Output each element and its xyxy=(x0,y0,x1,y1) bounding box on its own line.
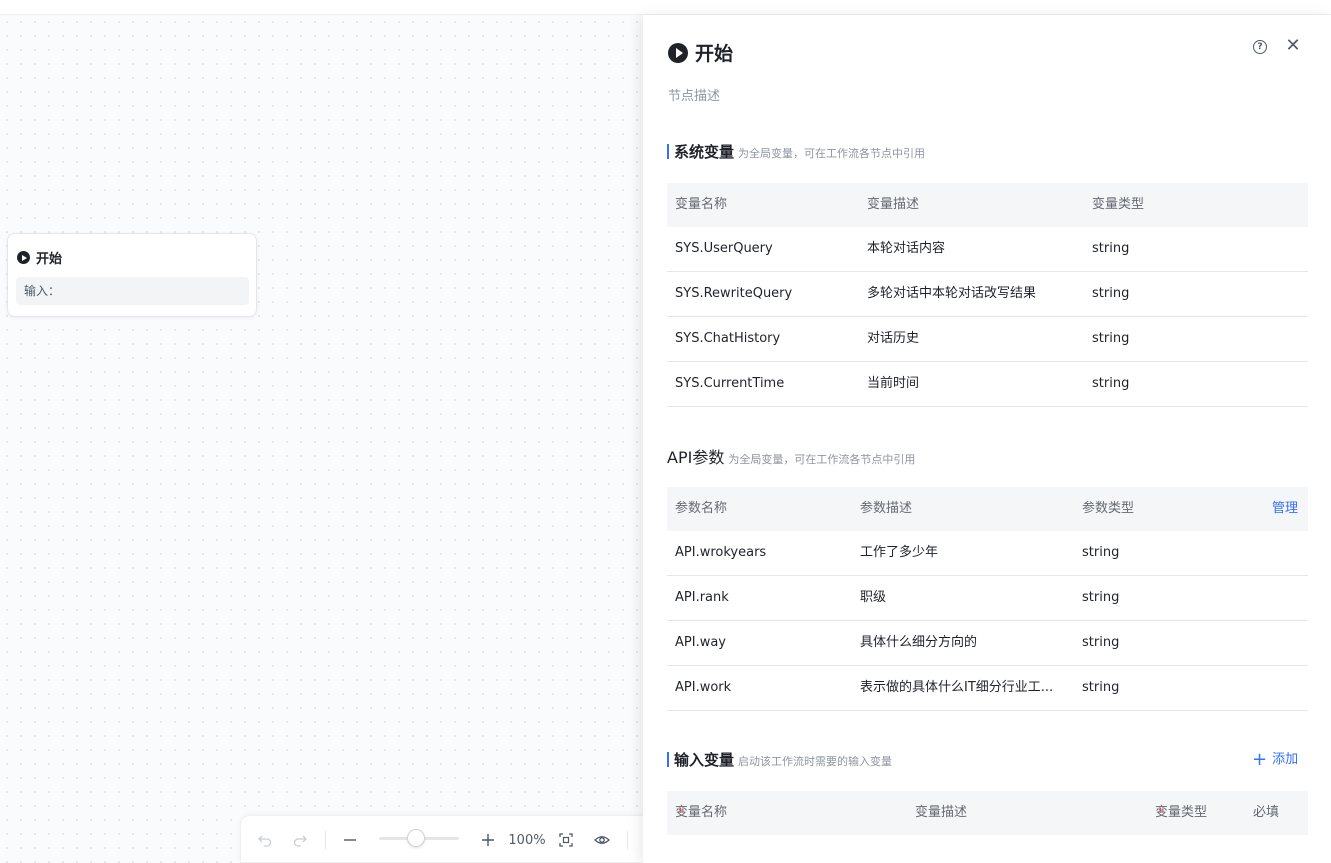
play-circle-icon xyxy=(17,251,30,264)
workflow-canvas[interactable]: 开始 输入： xyxy=(0,15,643,863)
var-type: string xyxy=(1092,241,1130,256)
input-vars-header: 输入变量 启动该工作流时需要的输入变量 xyxy=(667,749,892,770)
input-vars-table: 变量名称 * 变量描述 变量类型 * 必填 xyxy=(667,791,1308,835)
column-header: 参数类型 xyxy=(1082,501,1135,516)
zoom-out-button[interactable] xyxy=(340,828,360,852)
start-node-label: 开始 xyxy=(36,252,63,267)
plus-icon: + xyxy=(1252,749,1268,770)
minus-icon xyxy=(344,839,356,841)
table-row: API.wrokyears 工作了多少年 string xyxy=(667,531,1308,576)
var-name: SYS.UserQuery xyxy=(675,241,773,256)
section-accent-bar xyxy=(667,752,669,767)
column-header: 变量描述 xyxy=(867,197,920,212)
param-name: API.wrokyears xyxy=(675,545,767,560)
input-vars-subtitle: 启动该工作流时需要的输入变量 xyxy=(738,755,893,768)
node-config-panel: 开始 ? ✕ 节点描述 系统变量 为全局变量，可在工作流各节点中引用 变量名称 … xyxy=(643,15,1331,863)
toolbar-divider xyxy=(325,831,326,849)
column-header: 变量描述 xyxy=(915,805,968,820)
var-name: SYS.ChatHistory xyxy=(675,331,781,346)
fit-view-icon[interactable] xyxy=(556,828,576,852)
system-vars-header: 系统变量 为全局变量，可在工作流各节点中引用 xyxy=(667,141,925,162)
play-circle-icon xyxy=(668,42,688,63)
param-desc: 表示做的具体什么IT细分行业工... xyxy=(860,680,1054,695)
top-bar xyxy=(0,0,1331,15)
var-name: SYS.RewriteQuery xyxy=(675,286,793,301)
param-type: string xyxy=(1082,590,1120,605)
table-row: API.way 具体什么细分方向的 string xyxy=(667,621,1308,666)
var-desc: 多轮对话中本轮对话改写结果 xyxy=(867,286,1037,301)
api-params-table: 参数名称 参数描述 参数类型 管理 API.wrokyears 工作了多少年 s… xyxy=(667,487,1308,711)
system-vars-subtitle: 为全局变量，可在工作流各节点中引用 xyxy=(738,147,926,160)
table-header: 变量名称 * 变量描述 变量类型 * 必填 xyxy=(667,791,1308,835)
start-node-title: 开始 xyxy=(17,248,62,267)
table-row: API.work 表示做的具体什么IT细分行业工... string xyxy=(667,666,1308,711)
close-icon[interactable]: ✕ xyxy=(1285,36,1301,56)
system-vars-table: 变量名称 变量描述 变量类型 SYS.UserQuery 本轮对话内容 stri… xyxy=(667,183,1308,407)
column-header: 参数名称 xyxy=(675,501,728,516)
table-row: API.rank 职级 string xyxy=(667,576,1308,621)
table-row: SYS.ChatHistory 对话历史 string xyxy=(667,317,1308,362)
param-type: string xyxy=(1082,545,1120,560)
zoom-level: 100% xyxy=(508,832,546,848)
panel-title-text: 开始 xyxy=(695,43,734,65)
var-type: string xyxy=(1092,331,1130,346)
api-params-title: API参数 xyxy=(667,448,725,467)
table-row: SYS.RewriteQuery 多轮对话中本轮对话改写结果 string xyxy=(667,272,1308,317)
manage-button[interactable]: 管理 xyxy=(1272,487,1298,531)
column-header: 变量类型 xyxy=(1092,197,1145,212)
panel-title: 开始 xyxy=(668,39,733,66)
table-row: SYS.CurrentTime 当前时间 string xyxy=(667,362,1308,407)
table-row: SYS.UserQuery 本轮对话内容 string xyxy=(667,227,1308,272)
param-name: API.work xyxy=(675,680,732,695)
eye-icon[interactable] xyxy=(592,828,612,852)
help-icon[interactable]: ? xyxy=(1253,40,1267,54)
api-params-subtitle: 为全局变量，可在工作流各节点中引用 xyxy=(728,453,916,466)
column-header: 变量名称 xyxy=(675,197,728,212)
add-label: 添加 xyxy=(1272,752,1299,767)
param-name: API.way xyxy=(675,635,726,650)
start-node[interactable]: 开始 输入： xyxy=(7,233,257,317)
add-input-var-button[interactable]: + 添加 xyxy=(1252,748,1298,770)
param-desc: 职级 xyxy=(860,590,887,605)
system-vars-title: 系统变量 xyxy=(674,143,735,161)
input-vars-title: 输入变量 xyxy=(674,751,735,769)
var-type: string xyxy=(1092,376,1130,391)
plus-icon xyxy=(482,834,494,846)
canvas-toolbar: 100% xyxy=(240,815,660,863)
param-desc: 具体什么细分方向的 xyxy=(860,635,978,650)
section-accent-bar xyxy=(667,144,669,159)
api-params-header: API参数 为全局变量，可在工作流各节点中引用 xyxy=(667,444,915,468)
zoom-in-button[interactable] xyxy=(478,828,498,852)
column-header: 必填 xyxy=(1253,805,1280,820)
redo-icon[interactable] xyxy=(290,828,310,852)
var-name: SYS.CurrentTime xyxy=(675,376,785,391)
var-type: string xyxy=(1092,286,1130,301)
zoom-slider-thumb[interactable] xyxy=(407,829,425,847)
start-node-input-row: 输入： xyxy=(16,277,249,305)
node-description-input[interactable]: 节点描述 xyxy=(668,85,720,104)
undo-icon[interactable] xyxy=(255,828,275,852)
var-desc: 对话历史 xyxy=(867,331,920,346)
table-header: 变量名称 变量描述 变量类型 xyxy=(667,183,1308,227)
param-name: API.rank xyxy=(675,590,729,605)
column-header: 参数描述 xyxy=(860,501,913,516)
param-desc: 工作了多少年 xyxy=(860,545,939,560)
param-type: string xyxy=(1082,635,1120,650)
table-header: 参数名称 参数描述 参数类型 管理 xyxy=(667,487,1308,531)
var-desc: 当前时间 xyxy=(867,376,920,391)
param-type: string xyxy=(1082,680,1120,695)
toolbar-divider xyxy=(627,831,628,849)
var-desc: 本轮对话内容 xyxy=(867,241,946,256)
